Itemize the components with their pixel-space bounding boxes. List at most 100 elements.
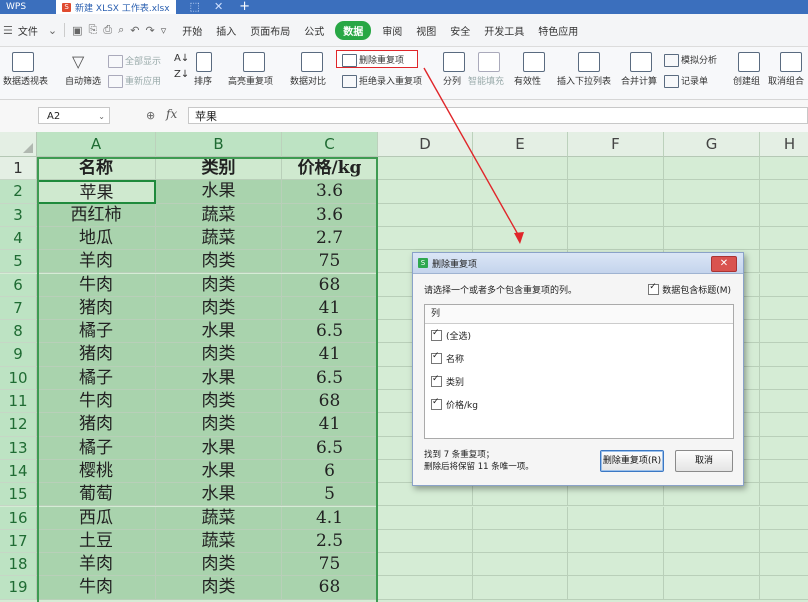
reject-duplicates-button[interactable]: 拒绝录入重复项 bbox=[342, 74, 422, 88]
table-cell[interactable]: 水果 bbox=[156, 180, 282, 204]
table-cell[interactable] bbox=[378, 529, 473, 554]
table-cell[interactable]: 41 bbox=[282, 296, 378, 321]
table-cell[interactable]: 3.6 bbox=[282, 203, 378, 227]
table-cell[interactable] bbox=[664, 180, 760, 204]
table-cell[interactable]: 肉类 bbox=[156, 343, 282, 367]
cancel-button[interactable]: 取消 bbox=[675, 450, 733, 472]
menu-formulas[interactable]: 公式 bbox=[297, 23, 331, 38]
table-cell[interactable] bbox=[664, 226, 760, 251]
table-cell[interactable] bbox=[568, 529, 664, 554]
reapply-button[interactable]: 重新应用 bbox=[108, 74, 161, 88]
category-checkbox[interactable] bbox=[431, 374, 442, 387]
table-cell[interactable]: 羊肉 bbox=[37, 553, 156, 577]
pivot-table-icon[interactable] bbox=[12, 52, 34, 72]
row-header[interactable]: 18 bbox=[0, 553, 37, 577]
table-cell[interactable] bbox=[568, 203, 664, 227]
table-cell[interactable] bbox=[378, 226, 473, 251]
split-column-button[interactable]: 分列 bbox=[443, 74, 461, 87]
show-all-button[interactable]: 全部显示 bbox=[108, 54, 161, 68]
table-cell[interactable] bbox=[760, 413, 808, 437]
consolidate-icon[interactable] bbox=[630, 52, 652, 72]
header-checkbox[interactable] bbox=[648, 282, 660, 295]
menu-developer[interactable]: 开发工具 bbox=[477, 23, 531, 38]
name-box-dropdown-icon[interactable]: ⌄ bbox=[98, 108, 105, 125]
table-cell[interactable]: 6.5 bbox=[282, 320, 378, 344]
table-cell[interactable] bbox=[473, 483, 568, 507]
row-header[interactable]: 4 bbox=[0, 226, 37, 251]
fx-icon[interactable]: fx bbox=[166, 107, 177, 121]
table-cell[interactable] bbox=[760, 180, 808, 204]
table-cell[interactable]: 5 bbox=[282, 483, 378, 507]
table-cell[interactable]: 猪肉 bbox=[37, 343, 156, 367]
table-cell[interactable]: 土豆 bbox=[37, 529, 156, 554]
table-cell[interactable]: 橘子 bbox=[37, 436, 156, 460]
table-cell[interactable] bbox=[378, 553, 473, 577]
table-cell[interactable] bbox=[760, 483, 808, 507]
sort-button[interactable]: 排序 bbox=[194, 74, 212, 87]
table-cell[interactable]: 蔬菜 bbox=[156, 226, 282, 251]
table-cell[interactable]: 肉类 bbox=[156, 296, 282, 321]
menu-view[interactable]: 视图 bbox=[409, 23, 443, 38]
table-cell[interactable]: 牛肉 bbox=[37, 576, 156, 600]
table-cell[interactable]: 6 bbox=[282, 459, 378, 484]
row-header[interactable]: 17 bbox=[0, 529, 37, 554]
menu-special[interactable]: 特色应用 bbox=[531, 23, 585, 38]
table-cell[interactable]: 猪肉 bbox=[37, 296, 156, 321]
table-cell[interactable] bbox=[760, 507, 808, 530]
column-header-a[interactable]: A bbox=[37, 132, 156, 157]
highlight-duplicates-icon[interactable] bbox=[243, 52, 265, 72]
table-cell[interactable] bbox=[378, 180, 473, 204]
select-all-corner[interactable] bbox=[0, 132, 37, 157]
select-all-checkbox[interactable] bbox=[431, 328, 442, 341]
row-header[interactable]: 12 bbox=[0, 413, 37, 437]
table-cell[interactable]: 水果 bbox=[156, 320, 282, 344]
table-cell[interactable]: 肉类 bbox=[156, 390, 282, 414]
table-cell[interactable]: 3.6 bbox=[282, 180, 378, 204]
remove-duplicates-confirm-button[interactable]: 删除重复项(R) bbox=[600, 450, 664, 472]
row-header[interactable]: 5 bbox=[0, 250, 37, 274]
table-cell[interactable] bbox=[378, 157, 473, 181]
table-cell[interactable] bbox=[473, 180, 568, 204]
header-checkbox-row[interactable]: 数据包含标题(M) bbox=[648, 282, 731, 296]
table-cell[interactable] bbox=[760, 343, 808, 367]
table-cell[interactable]: 肉类 bbox=[156, 273, 282, 297]
column-header-b[interactable]: B bbox=[156, 132, 282, 157]
table-cell[interactable] bbox=[568, 506, 664, 530]
redo-icon[interactable]: ↷ bbox=[143, 24, 158, 37]
table-cell[interactable]: 6.5 bbox=[282, 436, 378, 460]
column-option-price[interactable]: 价格/kg bbox=[425, 393, 733, 416]
table-cell[interactable] bbox=[760, 297, 808, 321]
data-compare-icon[interactable] bbox=[301, 52, 323, 72]
table-cell[interactable]: 肉类 bbox=[156, 553, 282, 577]
table-cell[interactable]: 苹果 bbox=[37, 180, 156, 204]
table-cell[interactable]: 2.5 bbox=[282, 529, 378, 554]
column-option-category[interactable]: 类别 bbox=[425, 370, 733, 393]
table-cell[interactable]: 西红柿 bbox=[37, 203, 156, 227]
insert-dropdown-button[interactable]: 插入下拉列表 bbox=[557, 74, 611, 87]
table-cell[interactable]: 75 bbox=[282, 250, 378, 274]
file-menu[interactable]: 文件 bbox=[16, 23, 45, 38]
table-cell[interactable] bbox=[664, 483, 760, 507]
table-cell[interactable]: 樱桃 bbox=[37, 459, 156, 484]
save-icon[interactable]: ▣ bbox=[69, 24, 85, 37]
data-compare-button[interactable]: 数据对比 bbox=[290, 74, 326, 87]
table-cell[interactable] bbox=[760, 320, 808, 344]
table-cell[interactable] bbox=[760, 460, 808, 484]
hamburger-menu-icon[interactable]: ☰ bbox=[0, 24, 16, 37]
table-cell[interactable]: 68 bbox=[282, 390, 378, 414]
table-cell[interactable]: 肉类 bbox=[156, 413, 282, 437]
table-cell[interactable]: 蔬菜 bbox=[156, 529, 282, 554]
table-cell[interactable]: 68 bbox=[282, 273, 378, 297]
table-cell[interactable] bbox=[568, 553, 664, 577]
column-header-f[interactable]: F bbox=[568, 132, 664, 157]
column-header-h[interactable]: H bbox=[760, 132, 808, 157]
table-cell[interactable] bbox=[760, 227, 808, 251]
table-cell[interactable]: 水果 bbox=[156, 436, 282, 460]
highlight-duplicates-button[interactable]: 高亮重复项 bbox=[228, 74, 273, 87]
table-cell[interactable] bbox=[378, 506, 473, 530]
table-cell[interactable] bbox=[473, 529, 568, 554]
table-cell[interactable] bbox=[568, 180, 664, 204]
table-cell[interactable]: 牛肉 bbox=[37, 390, 156, 414]
remove-duplicates-button[interactable]: 删除重复项 bbox=[342, 53, 404, 67]
row-header[interactable]: 15 bbox=[0, 483, 37, 507]
